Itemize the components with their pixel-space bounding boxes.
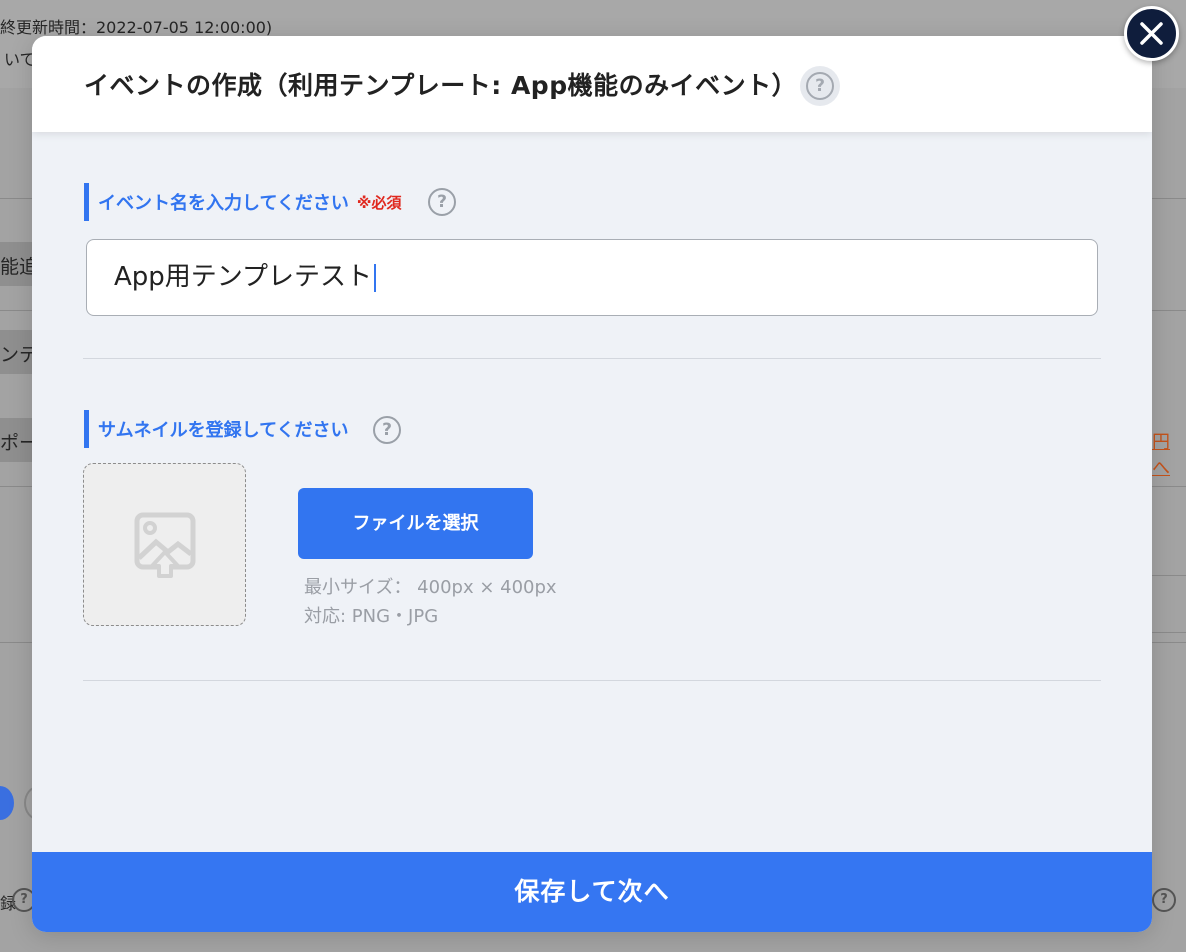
help-icon[interactable]: ? xyxy=(428,188,456,216)
image-upload-icon xyxy=(134,512,196,578)
thumbnail-label: サムネイルを登録してください xyxy=(84,410,349,448)
background-text-line: いて xyxy=(4,50,36,69)
save-and-next-button[interactable]: 保存して次へ xyxy=(32,852,1152,932)
background-divider xyxy=(1152,632,1186,633)
modal-title: イベントの作成（利用テンプレート: App機能のみイベント） xyxy=(84,71,798,100)
event-name-label: イベント名を入力してください ※必須 xyxy=(84,183,402,221)
event-name-input[interactable]: App用テンプレテスト xyxy=(86,239,1098,316)
format-hint: 対応: PNG・JPG xyxy=(304,606,439,627)
help-icon[interactable]: ? xyxy=(800,66,840,106)
thumbnail-preview[interactable] xyxy=(83,463,246,626)
section-divider xyxy=(83,358,1101,359)
help-icon-glyph: ? xyxy=(806,72,834,100)
background-last-updated: 終更新時間：2022-07-05 12:00:00) xyxy=(0,18,273,37)
min-size-hint: 最小サイズ： 400px × 400px xyxy=(304,577,557,598)
choose-file-button[interactable]: ファイルを選択 xyxy=(298,488,533,559)
section-divider xyxy=(83,680,1101,681)
help-icon[interactable]: ? xyxy=(373,416,401,444)
event-name-label-text: イベント名を入力してください xyxy=(98,193,349,214)
text-caret xyxy=(374,263,377,292)
thumbnail-label-text: サムネイルを登録してください xyxy=(98,420,349,441)
background-help-icon: ? xyxy=(1152,888,1176,912)
required-badge: ※必須 xyxy=(356,193,402,212)
create-event-modal: イベントの作成（利用テンプレート: App機能のみイベント） ? イベント名を入… xyxy=(32,36,1152,932)
close-icon xyxy=(1140,22,1163,45)
event-name-value: App用テンプレテスト xyxy=(114,262,373,292)
modal-header: イベントの作成（利用テンプレート: App機能のみイベント） ? xyxy=(32,36,1152,132)
background-divider xyxy=(1152,575,1186,576)
close-button[interactable] xyxy=(1124,6,1179,61)
background-link: 円へ xyxy=(1152,432,1170,479)
